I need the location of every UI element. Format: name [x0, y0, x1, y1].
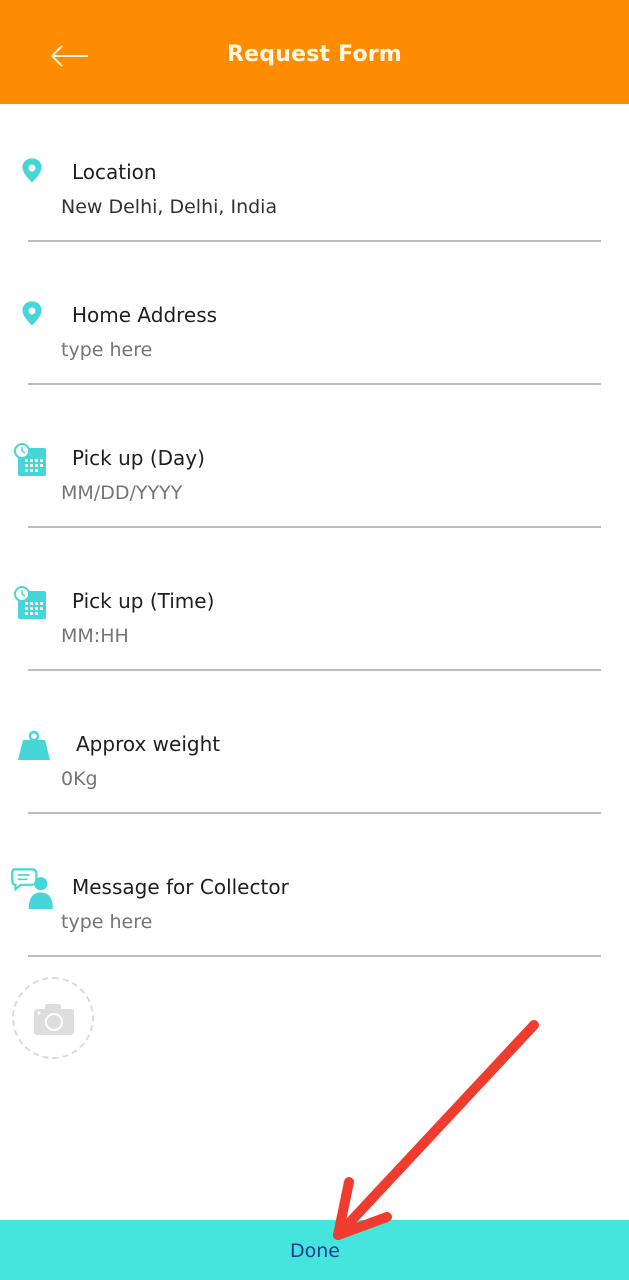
location-input[interactable] [61, 196, 581, 218]
pickup-time-field: Pick up (Time) [0, 585, 629, 728]
calendar-clock-icon [14, 586, 46, 619]
approx-weight-underline [28, 812, 601, 814]
pickup-day-label: Pick up (Day) [72, 446, 205, 470]
chat-user-icon [11, 868, 53, 909]
calendar-clock-icon [14, 443, 46, 476]
location-underline [28, 240, 601, 242]
done-label: Done [290, 1240, 340, 1262]
home-address-label: Home Address [72, 303, 218, 327]
approx-weight-field: Approx weight [0, 728, 629, 871]
location-label: Location [72, 160, 157, 184]
pickup-day-input[interactable] [61, 482, 581, 504]
approx-weight-label: Approx weight [76, 732, 221, 756]
location-field: Location [0, 156, 629, 299]
add-photo-button[interactable] [12, 977, 94, 1059]
approx-weight-input[interactable] [61, 768, 581, 790]
message-input[interactable] [61, 911, 581, 933]
pickup-day-underline [28, 526, 601, 528]
map-pin-icon [22, 301, 42, 326]
done-button[interactable]: Done [0, 1220, 629, 1280]
map-pin-icon [22, 158, 42, 183]
page-title: Request Form [227, 42, 402, 67]
pickup-time-input[interactable] [61, 625, 581, 647]
camera-icon [34, 1004, 74, 1035]
pickup-day-field: Pick up (Day) [0, 442, 629, 585]
pickup-time-label: Pick up (Time) [72, 589, 215, 613]
home-address-field: Home Address [0, 299, 629, 442]
message-underline [28, 955, 601, 957]
message-label: Message for Collector [72, 875, 289, 899]
home-address-input[interactable] [61, 339, 581, 361]
pickup-time-underline [28, 669, 601, 671]
app-header: Request Form [0, 0, 629, 104]
home-address-underline [28, 383, 601, 385]
message-field: Message for Collector [0, 868, 629, 1014]
weight-icon [18, 730, 50, 760]
